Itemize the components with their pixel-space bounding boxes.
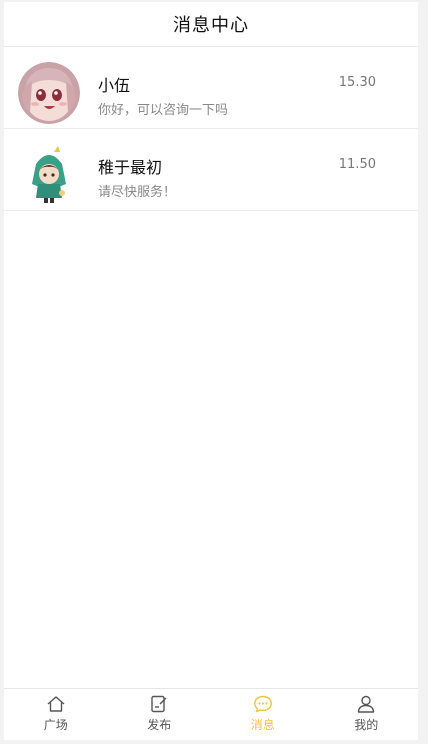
message-list: 小伍 你好，可以咨询一下吗 15.30 稚于最初 请尽快服务！ 11.50 [4, 47, 418, 211]
user-icon [358, 695, 375, 713]
home-icon [47, 696, 65, 712]
app-screen: 消息中心 小伍 你好，可以咨询一下吗 15.30 稚于最初 请尽快服务！ 11.… [4, 2, 418, 740]
tab-mine[interactable]: 我的 [315, 689, 419, 740]
message-preview: 你好，可以咨询一下吗 [98, 103, 229, 118]
edit-icon [151, 695, 167, 713]
page-title: 消息中心 [4, 2, 418, 47]
tab-label: 发布 [147, 718, 172, 732]
message-time: 15.30 [338, 75, 376, 90]
message-time: 11.50 [338, 157, 376, 172]
tab-publish[interactable]: 发布 [108, 689, 212, 740]
avatar [18, 62, 80, 124]
tab-label: 广场 [43, 718, 68, 732]
page-title-text: 消息中心 [173, 15, 249, 36]
message-sender-name: 稚于最初 [98, 158, 163, 177]
tab-messages[interactable]: 消息 [211, 689, 315, 740]
message-sender-name: 小伍 [98, 76, 131, 95]
tab-label: 我的 [354, 718, 379, 732]
tab-square[interactable]: 广场 [4, 689, 108, 740]
message-item[interactable]: 小伍 你好，可以咨询一下吗 15.30 [4, 47, 418, 129]
tab-label: 消息 [250, 718, 275, 732]
chat-icon [253, 695, 272, 713]
message-preview: 请尽快服务！ [98, 185, 177, 200]
message-item[interactable]: 稚于最初 请尽快服务！ 11.50 [4, 129, 418, 211]
avatar [18, 144, 80, 206]
bottom-tab-bar: 广场 发布 消息 我的 [4, 688, 418, 740]
